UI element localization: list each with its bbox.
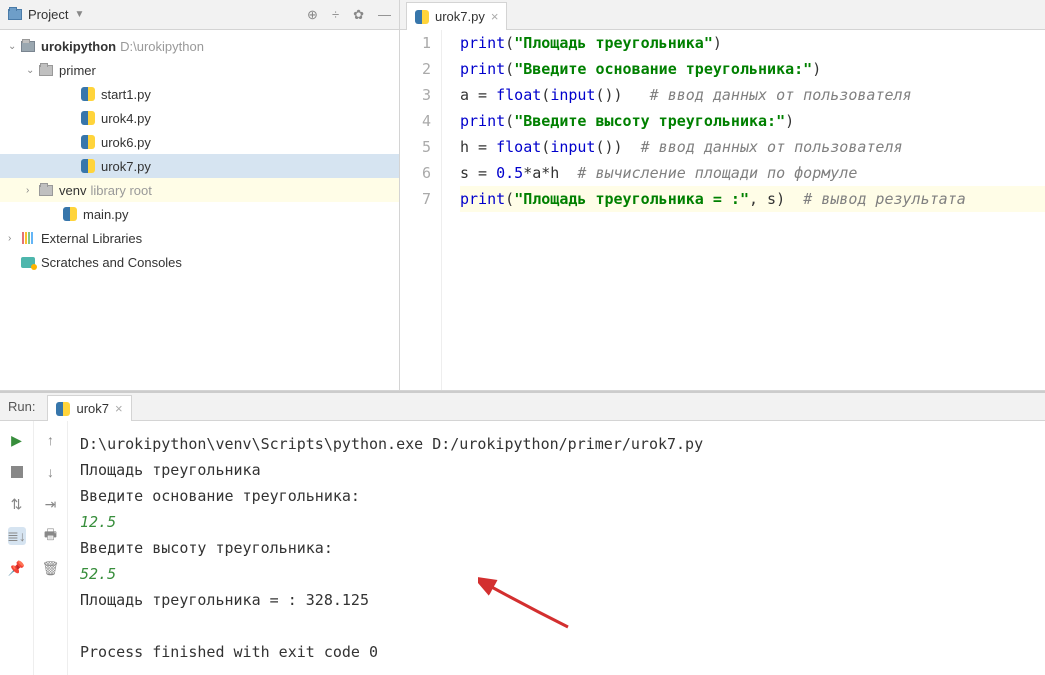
code-content[interactable]: print("Площадь треугольника") print("Вве…: [442, 30, 1045, 390]
console-line: Введите высоту треугольника:: [80, 535, 1033, 561]
tree-file[interactable]: urok6.py: [0, 130, 399, 154]
pin-button[interactable]: 📌: [8, 559, 26, 577]
run-label: Run:: [8, 399, 35, 420]
run-tab[interactable]: urok7 ×: [47, 395, 131, 421]
editor-pane: urok7.py × 1 2 3 4 5 6 7 print("Площадь …: [400, 0, 1045, 390]
python-icon: [81, 135, 95, 149]
python-icon: [81, 111, 95, 125]
tree-external-libs[interactable]: › External Libraries: [0, 226, 399, 250]
minimize-icon[interactable]: —: [378, 7, 391, 22]
python-icon: [63, 207, 77, 221]
project-folder-icon: [8, 9, 22, 20]
console-line: Площадь треугольника: [80, 457, 1033, 483]
run-toolbar-2: ↑ ↓ ⇥ 🖶 🗑: [34, 421, 68, 675]
line-number: 7: [400, 186, 431, 212]
scroll-button[interactable]: ≣↓: [8, 527, 26, 545]
console-line: Введите основание треугольника:: [80, 483, 1033, 509]
project-sidebar: Project ▼ ⊕ ÷ ✿ — ⌄ urokipython D:\uroki…: [0, 0, 400, 390]
tree-file-selected[interactable]: urok7.py: [0, 154, 399, 178]
stop-button[interactable]: [8, 463, 26, 481]
tree-label: main.py: [83, 207, 129, 222]
tree-file[interactable]: start1.py: [0, 82, 399, 106]
python-icon: [415, 10, 429, 24]
library-icon: [22, 232, 34, 244]
project-tree: ⌄ urokipython D:\urokipython ⌄ primer st…: [0, 30, 399, 390]
console-line: D:\urokipython\venv\Scripts\python.exe D…: [80, 431, 1033, 457]
editor-tab[interactable]: urok7.py ×: [406, 2, 507, 30]
project-title: Project: [28, 7, 68, 22]
tree-label: start1.py: [101, 87, 151, 102]
folder-icon: [21, 41, 35, 52]
folder-icon: [39, 65, 53, 76]
tree-file[interactable]: main.py: [0, 202, 399, 226]
tree-path: D:\urokipython: [120, 39, 204, 54]
tree-label: Scratches and Consoles: [41, 255, 182, 270]
python-icon: [81, 159, 95, 173]
code-editor[interactable]: 1 2 3 4 5 6 7 print("Площадь треугольник…: [400, 30, 1045, 390]
split-icon[interactable]: ÷: [332, 7, 339, 22]
line-number: 3: [400, 82, 431, 108]
tree-label: urok6.py: [101, 135, 151, 150]
tree-label: urok7.py: [101, 159, 151, 174]
python-icon: [81, 87, 95, 101]
close-icon[interactable]: ×: [115, 401, 123, 416]
console-output[interactable]: D:\urokipython\venv\Scripts\python.exe D…: [68, 421, 1045, 675]
tree-label: venv: [59, 183, 86, 198]
chevron-down-icon[interactable]: ⌄: [8, 41, 20, 52]
trash-icon[interactable]: 🗑: [42, 559, 60, 577]
tree-label: primer: [59, 63, 96, 78]
project-header[interactable]: Project ▼ ⊕ ÷ ✿ —: [0, 0, 399, 30]
tree-folder-primer[interactable]: ⌄ primer: [0, 58, 399, 82]
tree-label: External Libraries: [41, 231, 142, 246]
run-tab-label: urok7: [76, 401, 109, 416]
wrap-icon[interactable]: ⇥: [42, 495, 60, 513]
run-panel: Run: urok7 × ▶ ⇅ ≣↓ 📌 ↑ ↓ ⇥ 🖶 🗑 D:\uroki…: [0, 391, 1045, 675]
tree-hint: library root: [90, 183, 151, 198]
annotation-arrow: [478, 577, 578, 645]
line-number: 4: [400, 108, 431, 134]
run-button[interactable]: ▶: [8, 431, 26, 449]
tree-label: urokipython: [41, 39, 116, 54]
scratch-icon: [21, 257, 35, 268]
line-number: 5: [400, 134, 431, 160]
gear-icon[interactable]: ✿: [353, 7, 364, 23]
down-icon[interactable]: ↓: [42, 463, 60, 481]
dropdown-icon[interactable]: ▼: [74, 9, 84, 20]
tab-label: urok7.py: [435, 9, 485, 24]
layout-button[interactable]: ⇅: [8, 495, 26, 513]
chevron-right-icon[interactable]: ›: [26, 185, 38, 196]
chevron-right-icon[interactable]: ›: [8, 233, 20, 244]
folder-icon: [39, 185, 53, 196]
up-icon[interactable]: ↑: [42, 431, 60, 449]
tree-scratches[interactable]: Scratches and Consoles: [0, 250, 399, 274]
target-icon[interactable]: ⊕: [307, 7, 318, 23]
line-number: 6: [400, 160, 431, 186]
run-header: Run: urok7 ×: [0, 393, 1045, 421]
tree-root[interactable]: ⌄ urokipython D:\urokipython: [0, 34, 399, 58]
close-icon[interactable]: ×: [491, 9, 499, 24]
chevron-down-icon[interactable]: ⌄: [26, 65, 38, 76]
tree-label: urok4.py: [101, 111, 151, 126]
tree-file[interactable]: urok4.py: [0, 106, 399, 130]
console-input: 12.5: [80, 509, 1033, 535]
run-toolbar-1: ▶ ⇅ ≣↓ 📌: [0, 421, 34, 675]
print-icon[interactable]: 🖶: [42, 527, 60, 545]
line-number: 1: [400, 30, 431, 56]
gutter: 1 2 3 4 5 6 7: [400, 30, 442, 390]
tree-folder-venv[interactable]: › venv library root: [0, 178, 399, 202]
line-number: 2: [400, 56, 431, 82]
python-icon: [56, 402, 70, 416]
editor-tab-bar: urok7.py ×: [400, 0, 1045, 30]
